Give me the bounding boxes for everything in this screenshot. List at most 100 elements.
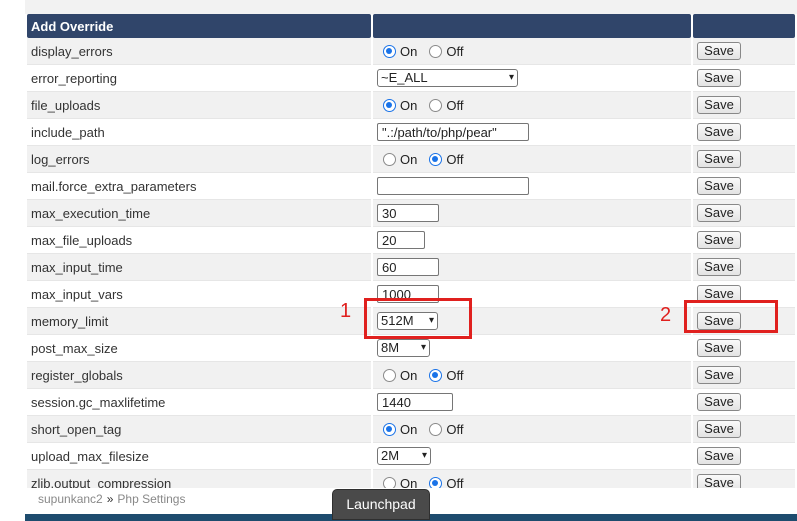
setting-name-cell: mail.force_extra_parameters — [27, 173, 371, 200]
save-button-include-path[interactable]: Save — [697, 123, 741, 141]
setting-name-cell: short_open_tag — [27, 416, 371, 443]
table-row: post_max_size 8M ▾ Save — [27, 335, 795, 362]
save-button-upload-max-filesize[interactable]: Save — [697, 447, 741, 465]
error-reporting-select-value: ~E_ALL — [381, 70, 428, 85]
log-errors-off-label: Off — [446, 152, 464, 168]
table-row: upload_max_filesize 2M ▾ Save — [27, 443, 795, 470]
save-button-short-open-tag[interactable]: Save — [697, 420, 741, 438]
error-reporting-select[interactable]: ~E_ALL ▾ — [377, 69, 518, 87]
setting-name-cell: upload_max_filesize — [27, 443, 371, 470]
setting-name-max-input-vars: max_input_vars — [31, 286, 123, 302]
setting-name-cell: max_input_time — [27, 254, 371, 281]
file-uploads-on-label: On — [400, 98, 418, 114]
short-open-tag-on-radio[interactable] — [383, 423, 396, 437]
header-value — [373, 14, 691, 38]
setting-name-cell: log_errors — [27, 146, 371, 173]
max-execution-time-input[interactable]: 30 — [377, 204, 439, 222]
setting-action-cell: Save — [693, 65, 795, 92]
register-globals-off-radio[interactable] — [429, 369, 443, 383]
setting-name-log-errors: log_errors — [31, 151, 90, 167]
log-errors-on-label: On — [400, 152, 418, 168]
post-max-size-select[interactable]: 8M ▾ — [377, 339, 430, 357]
save-button-max-input-time[interactable]: Save — [697, 258, 741, 276]
table-row: file_uploads On Off Save — [27, 92, 795, 119]
log-errors-off-radio[interactable] — [429, 153, 443, 167]
setting-action-cell: Save — [693, 200, 795, 227]
save-button-max-execution-time[interactable]: Save — [697, 204, 741, 222]
setting-action-cell: Save — [693, 362, 795, 389]
setting-action-cell: Save — [693, 92, 795, 119]
setting-action-cell: Save — [693, 335, 795, 362]
header-action — [693, 14, 795, 38]
save-button-log-errors[interactable]: Save — [697, 150, 741, 168]
breadcrumb-account-link[interactable]: supunkanc2 — [38, 492, 103, 506]
save-button-display-errors[interactable]: Save — [697, 42, 741, 60]
setting-value-cell: 30 — [373, 200, 691, 227]
setting-name-upload-max-filesize: upload_max_filesize — [31, 448, 149, 464]
setting-action-cell: Save — [693, 416, 795, 443]
setting-name-cell: max_execution_time — [27, 200, 371, 227]
table-row: display_errors On Off Save — [27, 38, 795, 65]
setting-name-display-errors: display_errors — [31, 43, 113, 59]
upload-max-filesize-select[interactable]: 2M ▾ — [377, 447, 431, 465]
setting-value-cell: On Off — [373, 146, 691, 173]
setting-name-cell: register_globals — [27, 362, 371, 389]
annotation-number-1: 1 — [340, 300, 352, 322]
max-file-uploads-input[interactable]: 20 — [377, 231, 425, 249]
table-row: mail.force_extra_parameters Save — [27, 173, 795, 200]
setting-value-cell: 60 — [373, 254, 691, 281]
upload-max-filesize-select-value: 2M — [381, 448, 400, 463]
setting-action-cell: Save — [693, 254, 795, 281]
setting-name-file-uploads: file_uploads — [31, 97, 101, 113]
setting-name-cell: session.gc_maxlifetime — [27, 389, 371, 416]
log-errors-on-radio[interactable] — [383, 153, 396, 167]
setting-value-cell: 20 — [373, 227, 691, 254]
chevron-down-icon: ▾ — [421, 450, 427, 461]
short-open-tag-off-radio[interactable] — [429, 423, 443, 437]
display-errors-off-radio[interactable] — [429, 45, 443, 59]
setting-name-memory-limit: memory_limit — [31, 313, 109, 329]
setting-name-cell: max_input_vars — [27, 281, 371, 308]
setting-value-cell: On Off — [373, 416, 691, 443]
file-uploads-off-radio[interactable] — [429, 99, 443, 113]
table-row: register_globals On Off Save — [27, 362, 795, 389]
annotation-box-1 — [364, 298, 472, 339]
launchpad-button[interactable]: Launchpad — [332, 489, 430, 520]
breadcrumb-separator: » — [106, 492, 114, 506]
save-button-session-gc-maxlifetime[interactable]: Save — [697, 393, 741, 411]
setting-action-cell: Save — [693, 227, 795, 254]
setting-action-cell: Save — [693, 146, 795, 173]
setting-action-cell: Save — [693, 38, 795, 65]
setting-name-mail-force-extra-parameters: mail.force_extra_parameters — [31, 178, 197, 194]
save-button-error-reporting[interactable]: Save — [697, 69, 741, 87]
include-path-input[interactable]: ".:/path/to/php/pear" — [377, 123, 529, 141]
session-gc-maxlifetime-input[interactable]: 1440 — [377, 393, 453, 411]
register-globals-off-label: Off — [446, 368, 464, 384]
save-button-mail-force-extra-parameters[interactable]: Save — [697, 177, 741, 195]
setting-value-cell: On Off — [373, 362, 691, 389]
file-uploads-on-radio[interactable] — [383, 99, 396, 113]
setting-value-cell: On Off — [373, 38, 691, 65]
setting-name-register-globals: register_globals — [31, 367, 123, 383]
register-globals-on-radio[interactable] — [383, 369, 396, 383]
setting-name-cell: max_file_uploads — [27, 227, 371, 254]
save-button-register-globals[interactable]: Save — [697, 366, 741, 384]
save-button-max-file-uploads[interactable]: Save — [697, 231, 741, 249]
php-override-table: Add Override display_errors On Off Save erro… — [25, 14, 797, 497]
header-add-override: Add Override — [27, 14, 371, 38]
short-open-tag-on-label: On — [400, 422, 418, 438]
save-button-post-max-size[interactable]: Save — [697, 339, 741, 357]
setting-name-include-path: include_path — [31, 124, 105, 140]
display-errors-on-radio[interactable] — [383, 45, 396, 59]
max-input-time-input[interactable]: 60 — [377, 258, 439, 276]
setting-value-cell: 2M ▾ — [373, 443, 691, 470]
left-gutter — [0, 0, 25, 521]
setting-name-cell: file_uploads — [27, 92, 371, 119]
setting-name-cell: post_max_size — [27, 335, 371, 362]
short-open-tag-off-label: Off — [446, 422, 464, 438]
file-uploads-off-label: Off — [446, 98, 464, 114]
save-button-file-uploads[interactable]: Save — [697, 96, 741, 114]
mail-force-extra-parameters-input[interactable] — [377, 177, 529, 195]
annotation-number-2: 2 — [660, 304, 672, 326]
setting-name-cell: display_errors — [27, 38, 371, 65]
